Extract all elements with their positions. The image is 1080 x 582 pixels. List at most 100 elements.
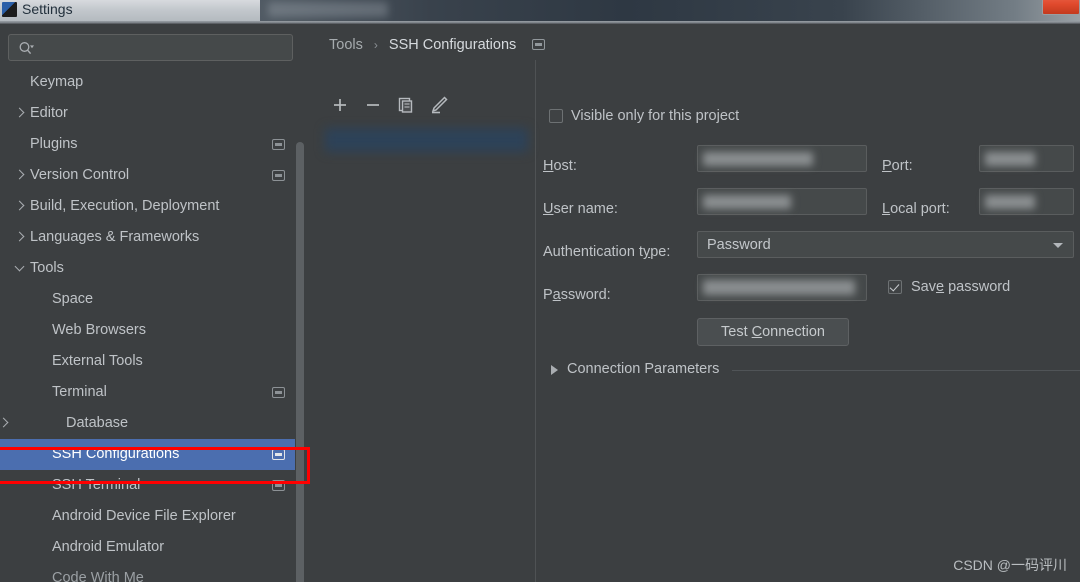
- project-scope-icon: [272, 449, 285, 460]
- sidebar-item-database[interactable]: Database: [0, 408, 305, 439]
- sidebar-item-version-control[interactable]: Version Control: [0, 160, 305, 191]
- sidebar-scrollbar[interactable]: [295, 48, 305, 582]
- visible-only-label: Visible only for this project: [571, 108, 740, 124]
- project-scope-icon: [272, 480, 285, 491]
- sidebar-item-label: Languages & Frameworks: [30, 229, 200, 245]
- sidebar-item-android-device-file-explorer[interactable]: Android Device File Explorer: [0, 501, 305, 532]
- sidebar-item-editor[interactable]: Editor: [0, 98, 305, 129]
- window-title: Settings: [22, 1, 73, 17]
- sidebar-item-label: Terminal: [52, 384, 107, 400]
- sidebar-item-terminal[interactable]: Terminal: [0, 377, 305, 408]
- test-connection-button[interactable]: Test Connection: [697, 318, 849, 346]
- sidebar-item-build-execution-deployment[interactable]: Build, Execution, Deployment: [0, 191, 305, 222]
- breadcrumb-current: SSH Configurations: [388, 37, 517, 53]
- sidebar-item-plugins[interactable]: Plugins: [0, 129, 305, 160]
- local-port-input[interactable]: [979, 188, 1074, 215]
- add-button[interactable]: [327, 92, 353, 118]
- intellij-idea-icon: [2, 2, 17, 17]
- sidebar-item-space[interactable]: Space: [0, 284, 305, 315]
- local-port-label-rest: ocal port:: [890, 201, 950, 217]
- project-scope-icon: [272, 139, 285, 150]
- sidebar-item-label: Space: [52, 291, 94, 307]
- port-label-rest: ort:: [891, 158, 913, 174]
- local-port-label: Local port:: [882, 201, 950, 217]
- sidebar-item-label: Android Emulator: [52, 539, 165, 555]
- username-label-rest: ser name:: [553, 201, 618, 217]
- chevron-down-icon[interactable]: [1053, 243, 1063, 248]
- visible-only-checkbox[interactable]: [549, 109, 563, 123]
- window-title-bar: Settings: [0, 0, 1080, 21]
- save-password-checkbox[interactable]: [888, 280, 902, 294]
- chevron-right-icon[interactable]: [14, 200, 25, 211]
- background-window-title-blur: [268, 2, 388, 17]
- breadcrumb: Tools › SSH Configurations: [329, 33, 546, 57]
- sidebar-item-label: Version Control: [30, 167, 130, 183]
- password-input[interactable]: [697, 274, 867, 301]
- close-window-button[interactable]: [1042, 0, 1080, 15]
- sidebar-item-label: Android Device File Explorer: [52, 508, 236, 524]
- password-label-a: P: [543, 287, 553, 303]
- save-password-label-a: Sav: [911, 279, 936, 295]
- host-input[interactable]: [697, 145, 867, 172]
- local-port-value-redacted: [985, 195, 1035, 209]
- watermark: CSDN @一码评川: [953, 557, 1067, 573]
- sidebar-item-external-tools[interactable]: External Tools: [0, 346, 305, 377]
- port-input[interactable]: [979, 145, 1074, 172]
- copy-icon: [398, 97, 413, 113]
- sidebar-item-label: Code With Me: [52, 570, 144, 582]
- port-value-redacted: [985, 152, 1035, 166]
- plus-icon: [334, 99, 346, 111]
- connection-parameters-section[interactable]: Connection Parameters: [549, 359, 1080, 381]
- project-scope-icon: [272, 387, 285, 398]
- ssh-configuration-form: Visible only for this project Host: Port…: [537, 64, 1080, 582]
- panel-divider[interactable]: [535, 60, 536, 582]
- port-label: Port:: [882, 158, 913, 174]
- sidebar-scrollbar-thumb[interactable]: [296, 142, 304, 582]
- settings-sidebar: Keymap Editor Plugins Version Control Bu…: [0, 24, 305, 582]
- test-connection-label-a: Test: [721, 324, 752, 340]
- sidebar-item-ssh-configurations[interactable]: SSH Configurations: [0, 439, 305, 470]
- chevron-right-icon[interactable]: [551, 365, 558, 375]
- username-label: User name:: [543, 201, 618, 217]
- save-password-label-b: password: [944, 279, 1011, 295]
- settings-window: Settings Keymap Editor Plugins Version C…: [0, 0, 1080, 582]
- sidebar-item-label: SSH Configurations: [52, 446, 180, 462]
- breadcrumb-parent[interactable]: Tools: [329, 37, 363, 53]
- edit-button[interactable]: [426, 92, 452, 118]
- host-label: Host:: [543, 158, 577, 174]
- remove-button[interactable]: [360, 92, 386, 118]
- sidebar-item-label: SSH Terminal: [52, 477, 141, 493]
- chevron-right-icon[interactable]: [14, 169, 25, 180]
- auth-type-value: Password: [707, 237, 771, 253]
- test-connection-label-b: onnection: [762, 324, 825, 340]
- username-input[interactable]: [697, 188, 867, 215]
- settings-tree[interactable]: Keymap Editor Plugins Version Control Bu…: [0, 67, 305, 582]
- sidebar-item-label: External Tools: [52, 353, 143, 369]
- password-value-redacted: [703, 280, 855, 295]
- sidebar-item-code-with-me[interactable]: Code With Me: [0, 563, 305, 582]
- password-label: Password:: [543, 287, 611, 303]
- sidebar-item-web-browsers[interactable]: Web Browsers: [0, 315, 305, 346]
- breadcrumb-separator: ›: [373, 38, 378, 52]
- sidebar-item-android-emulator[interactable]: Android Emulator: [0, 532, 305, 563]
- sidebar-item-label: Keymap: [30, 74, 84, 90]
- settings-content-panel: Tools › SSH Configurations Visible only …: [305, 24, 1080, 582]
- sidebar-item-label: Tools: [30, 260, 64, 276]
- auth-type-select[interactable]: Password: [697, 231, 1074, 258]
- list-item[interactable]: [325, 128, 528, 152]
- sidebar-item-keymap[interactable]: Keymap: [0, 67, 305, 98]
- chevron-right-icon[interactable]: [14, 107, 25, 118]
- sidebar-item-languages-frameworks[interactable]: Languages & Frameworks: [0, 222, 305, 253]
- sidebar-item-tools[interactable]: Tools: [0, 253, 305, 284]
- sidebar-item-ssh-terminal[interactable]: SSH Terminal: [0, 470, 305, 501]
- minus-icon: [367, 104, 379, 106]
- search-icon: [19, 42, 34, 55]
- copy-button[interactable]: [393, 92, 419, 118]
- chevron-right-icon[interactable]: [14, 231, 25, 242]
- search-input[interactable]: [8, 34, 293, 61]
- chevron-down-icon[interactable]: [14, 261, 25, 272]
- sidebar-item-label: Build, Execution, Deployment: [30, 198, 220, 214]
- chevron-right-icon[interactable]: [0, 417, 9, 428]
- configurations-list[interactable]: [323, 126, 535, 566]
- project-scope-icon: [272, 170, 285, 181]
